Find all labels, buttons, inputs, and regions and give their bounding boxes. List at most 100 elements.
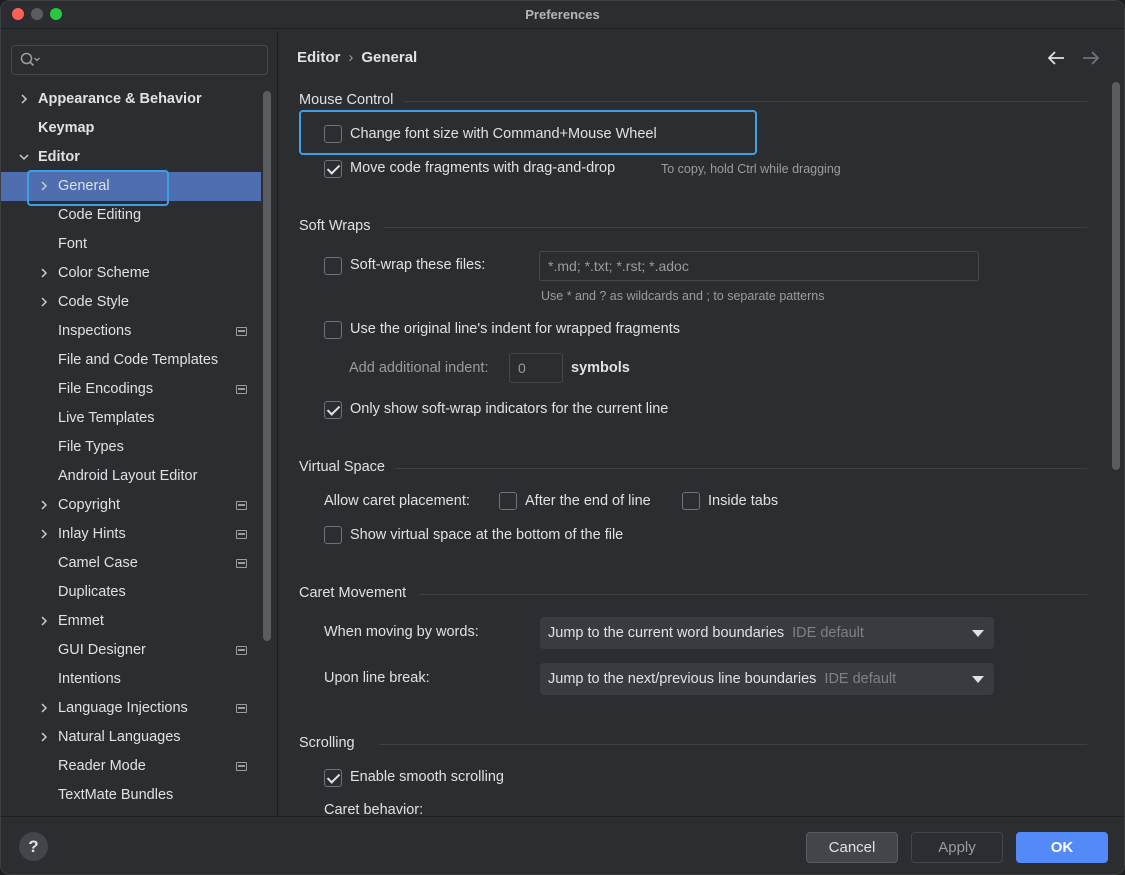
tree-item-duplicates[interactable]: Duplicates [1, 578, 261, 607]
tree-item-inspections[interactable]: Inspections [1, 317, 261, 346]
section-virtual-space: Virtual Space [299, 459, 385, 475]
tree-item-label: Keymap [38, 120, 95, 136]
tree-item-font[interactable]: Font [1, 230, 261, 259]
settings-sidebar: Appearance & Behavior Keymap Editor General… [1, 30, 278, 816]
tree-item-file-and-code-templates[interactable]: File and Code Templates [1, 346, 261, 375]
caret-placement-label: Allow caret placement: [324, 493, 470, 509]
tree-item-appearance-behavior[interactable]: Appearance & Behavior [1, 85, 261, 114]
smooth-scrolling-label[interactable]: Enable smooth scrolling [350, 769, 504, 785]
tree-item-label: TextMate Bundles [58, 787, 174, 803]
apply-button[interactable]: Apply [911, 832, 1003, 863]
back-arrow-icon[interactable] [1046, 50, 1066, 66]
tree-item-label: GUI Designer [58, 642, 146, 658]
divider [383, 227, 1087, 228]
divider [404, 101, 1087, 102]
forward-arrow-icon[interactable] [1081, 50, 1101, 66]
chevron-right-icon[interactable] [19, 94, 29, 104]
virtual-space-bottom-label[interactable]: Show virtual space at the bottom of the … [350, 527, 623, 543]
tree-item-live-templates[interactable]: Live Templates [1, 404, 261, 433]
sidebar-scrollbar[interactable] [263, 91, 271, 641]
original-indent-label[interactable]: Use the original line's indent for wrapp… [350, 321, 680, 337]
soft-wrap-files-checkbox[interactable] [324, 257, 342, 275]
content-scrollbar[interactable] [1112, 82, 1120, 470]
chevron-right-icon[interactable] [39, 529, 49, 539]
project-scope-icon [236, 501, 247, 510]
dialog-footer: ? Cancel Apply OK [1, 816, 1124, 874]
cancel-button[interactable]: Cancel [806, 832, 898, 863]
project-scope-icon [236, 327, 247, 336]
tree-item-label: Editor [38, 149, 80, 165]
settings-content: Editor › General Mouse Control Change font… [279, 30, 1124, 818]
soft-wrap-patterns-input[interactable]: *.md; *.txt; *.rst; *.adoc [539, 251, 979, 281]
tree-item-keymap[interactable]: Keymap [1, 114, 261, 143]
tree-item-label: Android Layout Editor [58, 468, 198, 484]
tree-item-label: Natural Languages [58, 729, 181, 745]
additional-indent-unit: symbols [571, 360, 630, 376]
soft-wrap-files-label[interactable]: Soft-wrap these files: [350, 257, 485, 273]
tree-item-code-style[interactable]: Code Style [1, 288, 261, 317]
line-break-select[interactable]: Jump to the next/previous line boundarie… [540, 663, 994, 695]
line-break-label: Upon line break: [324, 670, 430, 686]
tree-item-label: Language Injections [58, 700, 188, 716]
tree-item-language-injections[interactable]: Language Injections [1, 694, 261, 723]
tree-item-file-encodings[interactable]: File Encodings [1, 375, 261, 404]
drag-drop-hint: To copy, hold Ctrl while dragging [661, 162, 841, 176]
inside-tabs-checkbox[interactable] [682, 492, 700, 510]
ok-button[interactable]: OK [1016, 832, 1108, 863]
tree-item-reader-mode[interactable]: Reader Mode [1, 752, 261, 781]
chevron-right-icon[interactable] [39, 181, 49, 191]
chevron-down-icon[interactable] [19, 152, 29, 162]
drag-drop-checkbox[interactable] [324, 160, 342, 178]
font-size-wheel-checkbox[interactable] [324, 125, 342, 143]
soft-wrap-indicators-checkbox[interactable] [324, 401, 342, 419]
after-end-of-line-checkbox[interactable] [499, 492, 517, 510]
chevron-right-icon[interactable] [39, 616, 49, 626]
breadcrumb-parent[interactable]: Editor [297, 49, 340, 66]
inside-tabs-label[interactable]: Inside tabs [708, 493, 778, 509]
moving-by-words-default: IDE default [792, 625, 864, 641]
tree-item-android-layout-editor[interactable]: Android Layout Editor [1, 462, 261, 491]
tree-item-general[interactable]: General [1, 172, 261, 201]
additional-indent-input[interactable]: 0 [509, 353, 563, 383]
drag-drop-label[interactable]: Move code fragments with drag-and-drop [350, 160, 615, 176]
virtual-space-bottom-checkbox[interactable] [324, 526, 342, 544]
divider [419, 594, 1087, 595]
window-title: Preferences [525, 7, 600, 22]
tree-item-label: General [58, 178, 110, 194]
tree-item-camel-case[interactable]: Camel Case [1, 549, 261, 578]
font-size-wheel-label[interactable]: Change font size with Command+Mouse Whee… [350, 126, 657, 142]
soft-wrap-indicators-label[interactable]: Only show soft-wrap indicators for the c… [350, 401, 668, 417]
divider [395, 468, 1087, 469]
chevron-right-icon[interactable] [39, 703, 49, 713]
section-mouse-control: Mouse Control [299, 92, 394, 108]
settings-search-input[interactable] [11, 45, 268, 75]
project-scope-icon [236, 646, 247, 655]
title-bar: Preferences [1, 1, 1124, 29]
tree-item-inlay-hints[interactable]: Inlay Hints [1, 520, 261, 549]
smooth-scrolling-checkbox[interactable] [324, 769, 342, 787]
tree-item-textmate-bundles[interactable]: TextMate Bundles [1, 781, 261, 810]
tree-item-label: File and Code Templates [58, 352, 219, 368]
after-end-of-line-label[interactable]: After the end of line [525, 493, 651, 509]
moving-by-words-select[interactable]: Jump to the current word boundaries IDE d… [540, 617, 994, 649]
section-scrolling: Scrolling [299, 735, 355, 751]
tree-item-label: Camel Case [58, 555, 138, 571]
chevron-right-icon[interactable] [39, 732, 49, 742]
help-button[interactable]: ? [19, 832, 48, 861]
tree-item-file-types[interactable]: File Types [1, 433, 261, 462]
tree-item-code-editing[interactable]: Code Editing [1, 201, 261, 230]
tree-item-natural-languages[interactable]: Natural Languages [1, 723, 261, 752]
tree-item-intentions[interactable]: Intentions [1, 665, 261, 694]
chevron-right-icon[interactable] [39, 500, 49, 510]
original-indent-checkbox[interactable] [324, 321, 342, 339]
chevron-right-icon[interactable] [39, 297, 49, 307]
tree-item-emmet[interactable]: Emmet [1, 607, 261, 636]
tree-item-copyright[interactable]: Copyright [1, 491, 261, 520]
tree-item-label: Code Editing [58, 207, 142, 223]
tree-item-gui-designer[interactable]: GUI Designer [1, 636, 261, 665]
divider [379, 744, 1087, 745]
chevron-right-icon[interactable] [39, 268, 49, 278]
moving-by-words-label: When moving by words: [324, 624, 479, 640]
tree-item-editor[interactable]: Editor [1, 143, 261, 172]
tree-item-color-scheme[interactable]: Color Scheme [1, 259, 261, 288]
